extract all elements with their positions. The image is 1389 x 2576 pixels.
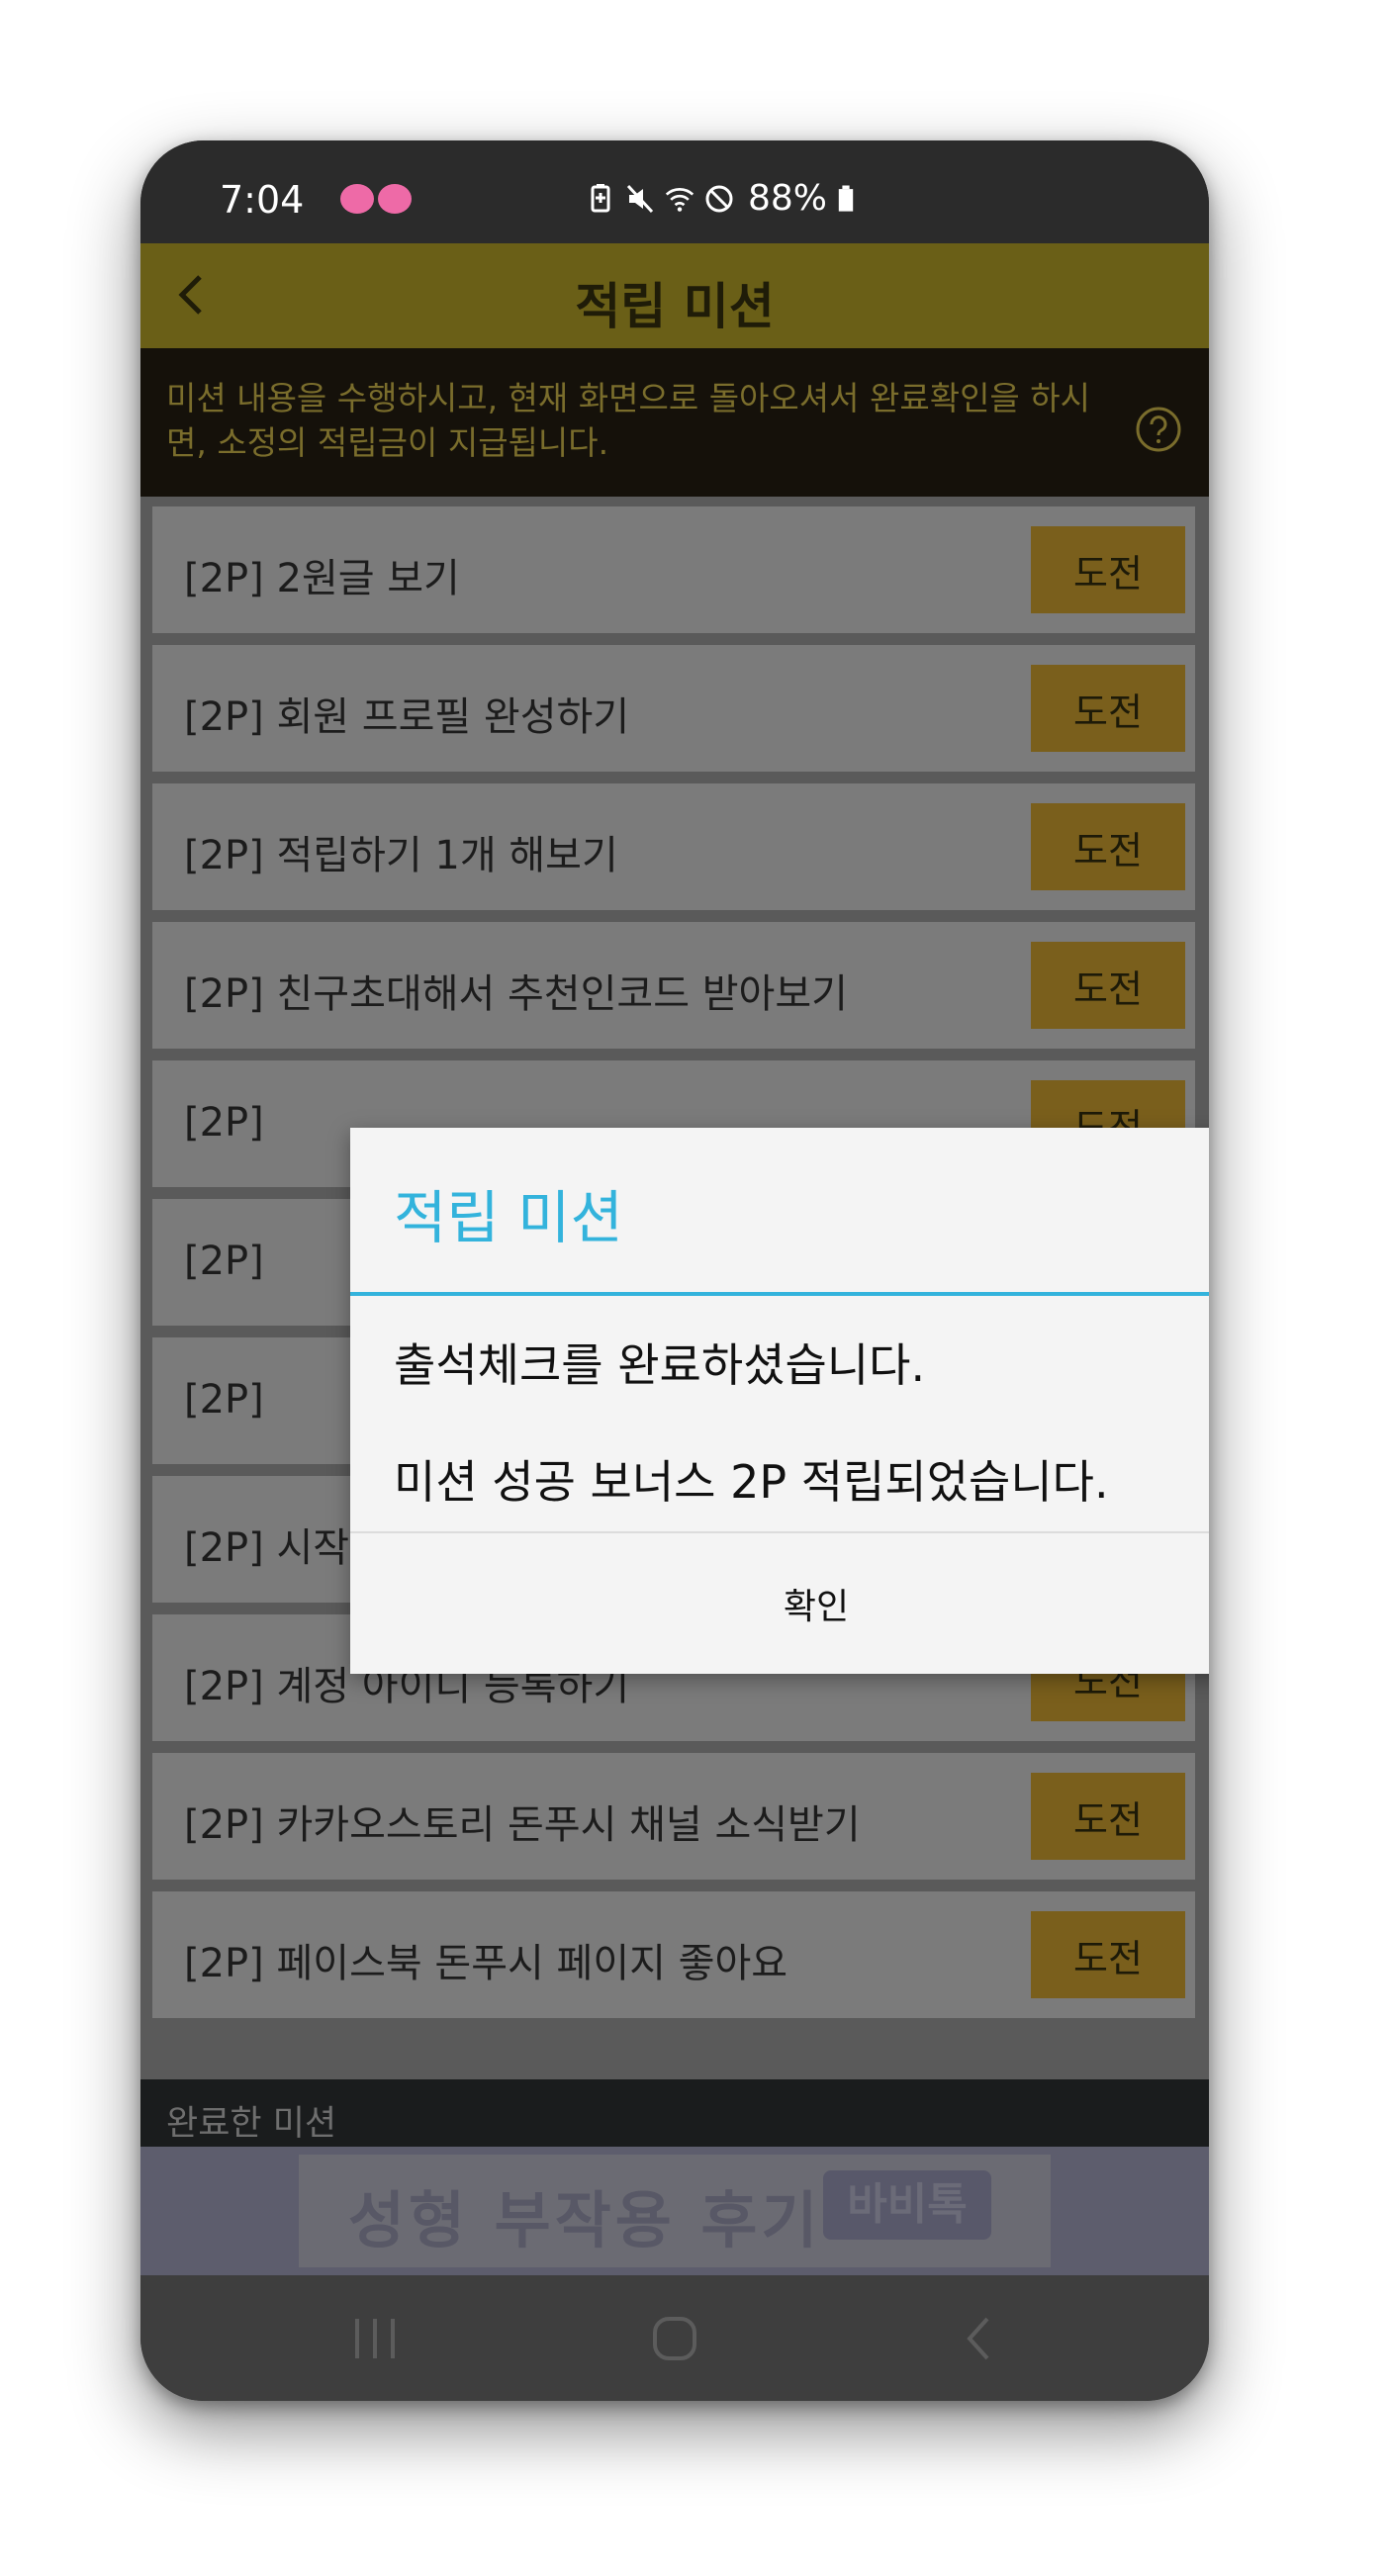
back-icon[interactable] <box>952 2313 1007 2364</box>
completed-missions-header: 완료한 미션 <box>140 2079 1209 2147</box>
dialog-title-divider <box>350 1292 1209 1296</box>
mission-label: [2P] <box>184 1239 264 1284</box>
battery-percent: 88% <box>748 178 828 219</box>
mission-dialog: 적립 미션 출석체크를 완료하셨습니다. 미션 성공 보너스 2P 적립되었습니… <box>350 1128 1209 1674</box>
challenge-button[interactable]: 도전 <box>1031 665 1185 752</box>
page-title: 적립 미션 <box>575 278 775 335</box>
challenge-button[interactable]: 도전 <box>1031 526 1185 613</box>
recent-apps-icon[interactable] <box>345 2313 405 2364</box>
navigation-bar <box>140 2275 1209 2401</box>
status-time: 7:04 <box>220 178 305 222</box>
status-bar: 7:04 88% <box>140 140 1209 243</box>
mission-label: [2P] <box>184 1100 264 1146</box>
pig-notification-icon <box>378 184 412 214</box>
battery-saver-icon <box>591 183 610 212</box>
system-icons: 88% <box>586 178 855 219</box>
dialog-message-line2: 미션 성공 보너스 2P 적립되었습니다. <box>394 1455 1109 1509</box>
mission-item: [2P] 카카오스토리 돈푸시 채널 소식받기 도전 <box>152 1753 1195 1880</box>
mission-item: [2P] 페이스북 돈푸시 페이지 좋아요 도전 <box>152 1891 1195 2018</box>
mission-item: [2P] 회원 프로필 완성하기 도전 <box>152 645 1195 772</box>
completed-missions-label: 완료한 미션 <box>166 2104 337 2144</box>
challenge-button[interactable]: 도전 <box>1031 942 1185 1029</box>
pig-notification-icon <box>340 184 374 214</box>
mission-label: [2P] <box>184 1377 264 1423</box>
do-not-disturb-icon <box>705 185 733 212</box>
ad-banner-tag: 바비톡 <box>823 2170 991 2240</box>
home-icon[interactable] <box>647 2313 702 2364</box>
phone-screen: 7:04 88% 적립 미션 미션 내용을 수행하시고, 현재 화면으로 돌아오… <box>140 140 1209 2401</box>
app-bar: 적립 미션 <box>140 243 1209 348</box>
mission-label: [2P] 카카오스토리 돈푸시 채널 소식받기 <box>184 1802 861 1848</box>
challenge-button[interactable]: 도전 <box>1031 803 1185 890</box>
question-circle-icon[interactable] <box>1135 406 1182 453</box>
mission-item: [2P] 친구초대해서 추천인코드 받아보기 도전 <box>152 922 1195 1049</box>
wifi-icon <box>665 187 694 212</box>
dialog-message-line1: 출석체크를 완료하셨습니다. <box>394 1338 926 1392</box>
dialog-title: 적립 미션 <box>394 1184 623 1251</box>
mission-label: [2P] 2원글 보기 <box>184 556 460 601</box>
mute-icon <box>626 184 654 213</box>
ad-banner[interactable]: 성형 부작용 후기 바비톡 <box>140 2147 1209 2275</box>
notice-text: 미션 내용을 수행하시고, 현재 화면으로 돌아오셔서 완료확인을 하시면, 소… <box>166 379 1090 462</box>
mission-label: [2P] 적립하기 1개 해보기 <box>184 833 618 878</box>
challenge-button[interactable]: 도전 <box>1031 1773 1185 1860</box>
mission-label: [2P] 회원 프로필 완성하기 <box>184 694 630 740</box>
mission-label: [2P] 페이스북 돈푸시 페이지 좋아요 <box>184 1941 788 1986</box>
mission-item: [2P] 2원글 보기 도전 <box>152 506 1195 633</box>
mission-label: [2P] 친구초대해서 추천인코드 받아보기 <box>184 971 848 1017</box>
mission-item: [2P] 적립하기 1개 해보기 도전 <box>152 783 1195 910</box>
notice-banner: 미션 내용을 수행하시고, 현재 화면으로 돌아오셔서 완료확인을 하시면, 소… <box>140 348 1209 497</box>
confirm-button[interactable]: 확인 <box>350 1533 1209 1674</box>
ad-banner-text: 성형 부작용 후기 <box>348 2184 822 2256</box>
battery-icon <box>838 185 854 212</box>
challenge-button[interactable]: 도전 <box>1031 1911 1185 1998</box>
